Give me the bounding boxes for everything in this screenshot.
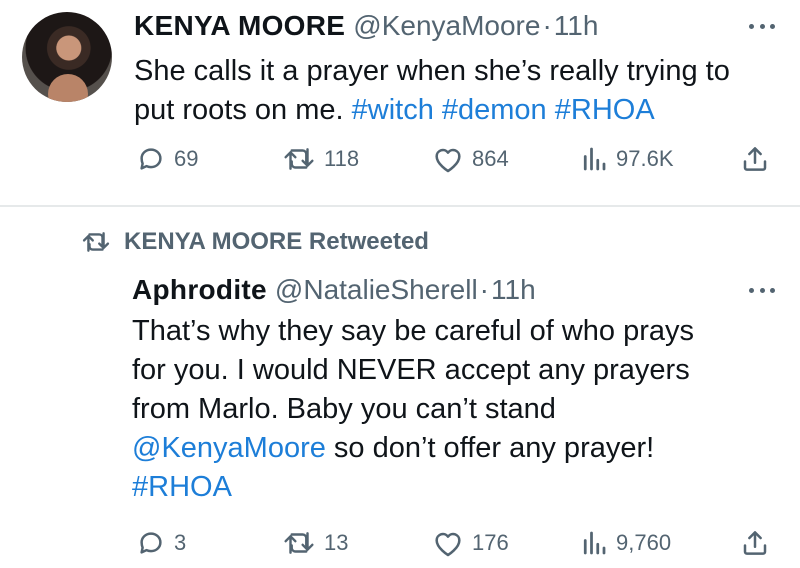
- author-handle[interactable]: @KenyaMoore: [353, 10, 540, 42]
- separator: ·: [542, 10, 552, 41]
- retweet-icon: [82, 232, 110, 252]
- more-icon[interactable]: [749, 286, 775, 294]
- action-bar: 69 118 864 97.6K: [0, 142, 800, 176]
- tweet-header: Aphrodite @NatalieSherell · 11h: [132, 274, 536, 306]
- more-icon[interactable]: [749, 22, 775, 30]
- tweet[interactable]: KENYA MOORE @KenyaMoore · 11h She calls …: [0, 0, 800, 206]
- share-button[interactable]: [740, 142, 770, 176]
- tweet-text-line: put roots on me. #witch #demon #RHOA: [134, 91, 774, 130]
- reply-icon: [140, 148, 162, 170]
- action-bar: 3 13 176 9,760: [0, 526, 800, 560]
- retweet-notice[interactable]: KENYA MOORE Retweeted: [80, 228, 429, 256]
- share-button[interactable]: [740, 526, 770, 560]
- heart-icon: [435, 148, 461, 173]
- reply-button[interactable]: 69: [136, 142, 198, 176]
- mention-link[interactable]: @KenyaMoore: [132, 432, 326, 464]
- view-count: 9,760: [616, 530, 672, 555]
- tweet-text-line: She calls it a prayer when she’s really …: [134, 55, 730, 87]
- reply-count: 3: [174, 530, 187, 555]
- retweet-icon: [284, 532, 314, 554]
- tweet-text-segment: so don’t offer any prayer!: [325, 432, 655, 464]
- view-count: 97.6K: [616, 146, 674, 171]
- tweet-text: That’s why they say be careful of who pr…: [132, 312, 772, 507]
- tweet-text-segment: put roots on me.: [134, 94, 344, 126]
- tweet-text-line: @KenyaMoore so don’t offer any prayer!: [132, 429, 772, 468]
- retweet-count: 13: [324, 530, 349, 555]
- separator: ·: [479, 274, 489, 305]
- retweet-notice-text: KENYA MOORE Retweeted: [124, 228, 429, 255]
- tweet-text-line: from Marlo. Baby you can’t stand: [132, 393, 556, 425]
- retweet-icon: [284, 148, 314, 170]
- tweet-header: KENYA MOORE @KenyaMoore · 11h: [134, 10, 598, 42]
- tweet-text-line: #RHOA: [132, 468, 772, 507]
- author-name[interactable]: KENYA MOORE: [134, 10, 345, 42]
- hashtag-demon[interactable]: #demon: [442, 94, 547, 126]
- views-button[interactable]: 9,760: [580, 526, 671, 560]
- author-handle[interactable]: @NatalieSherell: [275, 274, 478, 306]
- like-button[interactable]: 864: [432, 142, 509, 176]
- reply-button[interactable]: 3: [136, 526, 186, 560]
- tweet-text-line: for you. I would NEVER accept any prayer…: [132, 354, 690, 386]
- retweet-button[interactable]: 13: [282, 526, 348, 560]
- hashtag-rhoa[interactable]: #RHOA: [555, 94, 655, 126]
- divider: [0, 205, 800, 207]
- tweet-text: She calls it a prayer when she’s really …: [134, 52, 774, 130]
- heart-icon: [435, 532, 461, 557]
- share-icon: [743, 147, 767, 171]
- hashtag-witch[interactable]: #witch: [352, 94, 434, 126]
- hashtag-rhoa[interactable]: #RHOA: [132, 471, 232, 503]
- timestamp[interactable]: 11h: [554, 10, 599, 42]
- views-icon: [583, 147, 606, 171]
- like-count: 176: [472, 530, 509, 555]
- views-button[interactable]: 97.6K: [580, 142, 674, 176]
- like-button[interactable]: 176: [432, 526, 509, 560]
- retweet-count: 118: [324, 146, 360, 171]
- timestamp[interactable]: 11h: [491, 274, 536, 306]
- like-count: 864: [472, 146, 509, 171]
- reply-icon: [140, 532, 162, 554]
- author-name[interactable]: Aphrodite: [132, 274, 267, 306]
- reply-count: 69: [174, 146, 199, 171]
- retweet-button[interactable]: 118: [282, 142, 359, 176]
- tweet-text-line: That’s why they say be careful of who pr…: [132, 315, 695, 347]
- share-icon: [743, 531, 767, 555]
- views-icon: [583, 531, 606, 555]
- avatar[interactable]: [22, 12, 112, 102]
